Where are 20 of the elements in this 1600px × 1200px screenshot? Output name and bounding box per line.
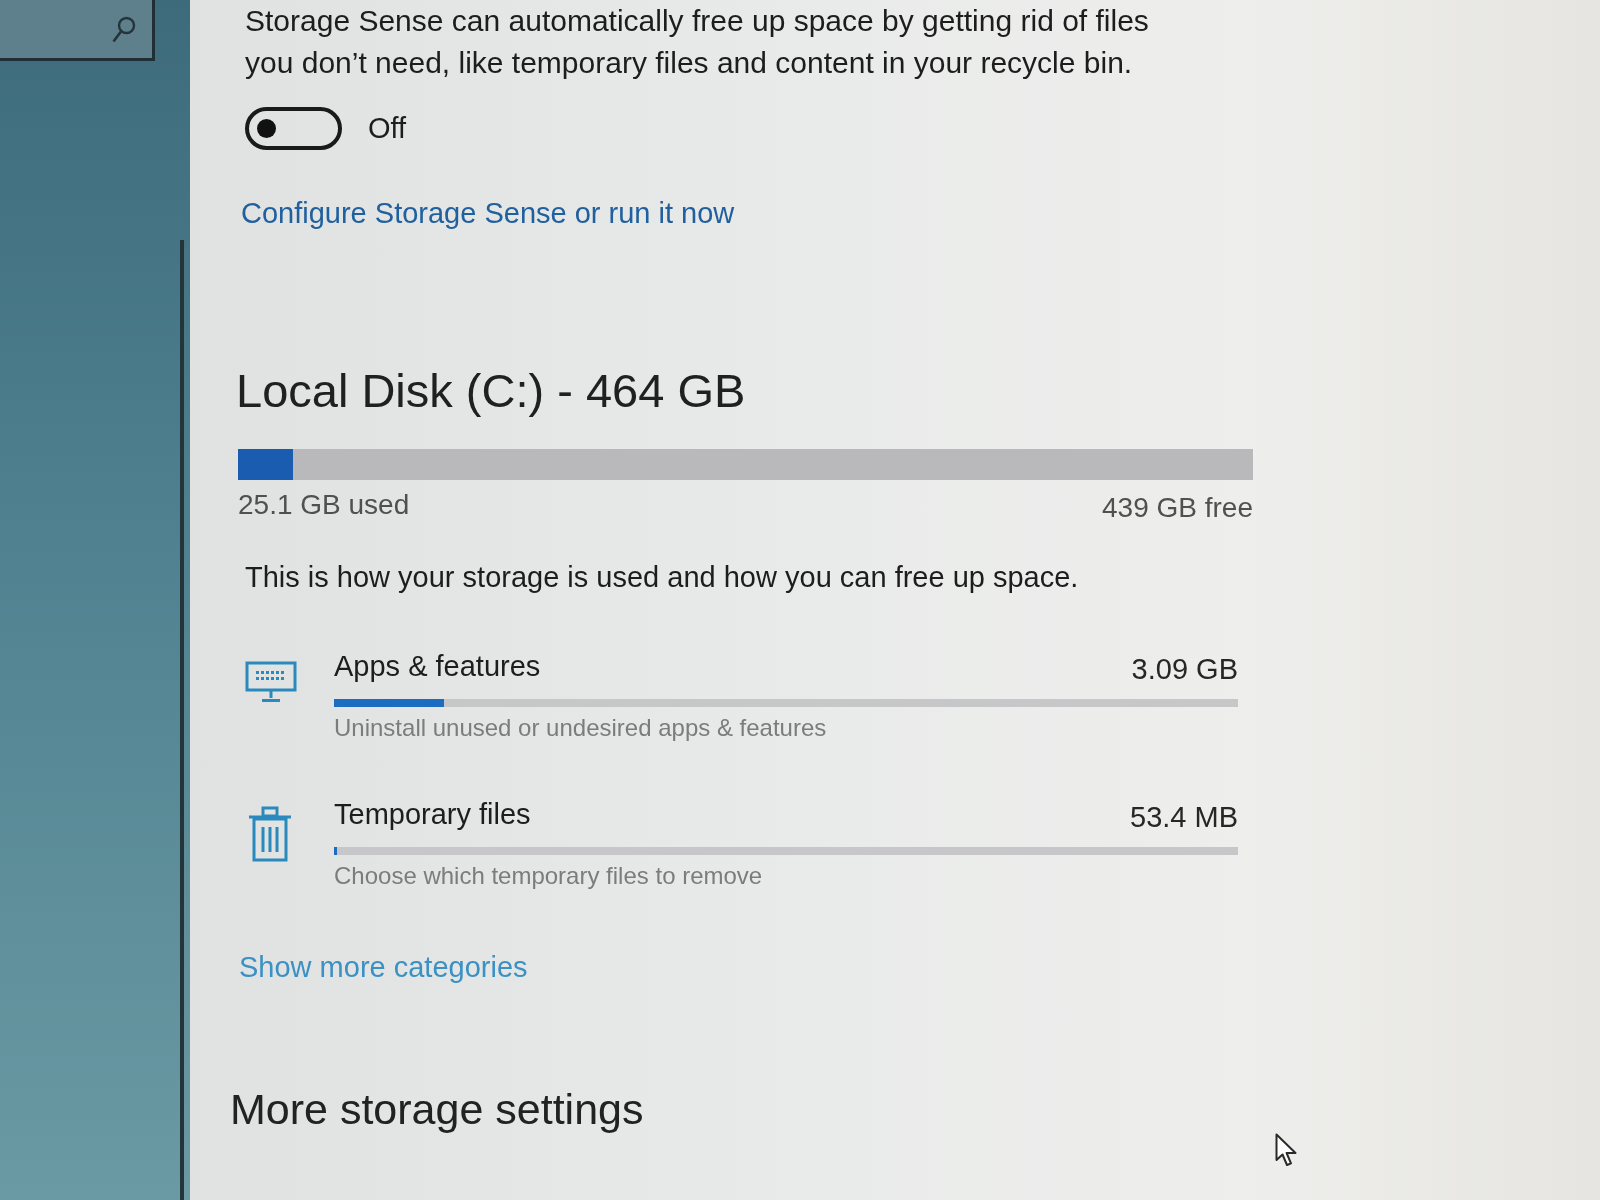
free-space-label: 439 GB free: [1102, 491, 1253, 525]
section-heading: More storage settings: [230, 1084, 644, 1135]
trash-icon: [248, 806, 292, 862]
category-hint: Uninstall unused or undesired apps & features: [334, 713, 828, 743]
toggle-switch[interactable]: [245, 107, 342, 150]
monitor-icon: [245, 661, 297, 703]
storage-sense-description: Storage Sense can automatically free up space by getting rid of files you don’t need, like temporary files and content in your recycle bin.: [245, 3, 1150, 81]
mouse-pointer-icon: [1275, 1133, 1298, 1167]
used-space-label: 25.1 GB used: [238, 488, 410, 522]
configure-storage-sense-link[interactable]: Configure Storage Sense or run it now: [241, 195, 735, 231]
category-hint: Choose which temporary files to remove: [334, 861, 764, 891]
storage-description: This is how your storage is used and how you can free up space.: [245, 560, 1079, 595]
search-icon: [112, 15, 136, 43]
category-size: 53.4 MB: [1130, 800, 1238, 834]
search-field[interactable]: [0, 0, 155, 61]
disk-title: Local Disk (C:) - 464 GB: [236, 363, 746, 419]
category-name[interactable]: Temporary files: [334, 797, 531, 834]
category-name[interactable]: Apps & features: [334, 649, 541, 686]
category-size: 3.09 GB: [1131, 652, 1238, 686]
toggle-label: Off: [368, 112, 407, 145]
